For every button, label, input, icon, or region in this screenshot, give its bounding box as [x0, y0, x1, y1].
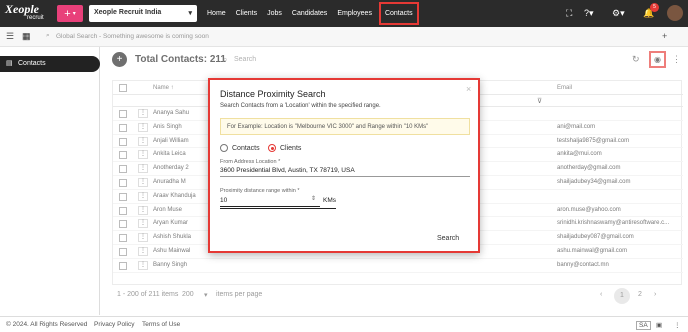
- contacts-icon: ▤: [6, 60, 13, 67]
- fullscreen-icon[interactable]: ⛶: [566, 8, 572, 19]
- logo-subtext: recruit: [27, 15, 44, 21]
- terms-link[interactable]: Terms of Use: [142, 321, 180, 328]
- from-address-input[interactable]: 3600 Presidential Blvd, Austin, TX 78719…: [220, 167, 355, 174]
- footer: © 2024. All Rights Reserved Privacy Poli…: [0, 316, 688, 332]
- nav-home[interactable]: Home: [202, 0, 231, 27]
- secondary-toolbar: ☰ ▦ ⌕ Global Search - Something awesome i…: [0, 27, 688, 47]
- sidebar-item-label: Contacts: [18, 60, 46, 67]
- organization-select-value: Xeople Recruit India: [94, 9, 162, 16]
- search-icon: ⌕: [46, 32, 50, 39]
- nav-employees[interactable]: Employees: [332, 0, 377, 27]
- nav-jobs[interactable]: Jobs: [262, 0, 287, 27]
- help-icon[interactable]: ?▾: [584, 8, 594, 19]
- divider: [220, 206, 320, 207]
- chat-icon[interactable]: ▣: [656, 321, 662, 329]
- list-view-icon[interactable]: ☰: [6, 31, 14, 42]
- sidebar-item-contacts[interactable]: ▤ Contacts: [0, 56, 100, 72]
- privacy-link[interactable]: Privacy Policy: [94, 321, 134, 328]
- nav-candidates[interactable]: Candidates: [287, 0, 332, 27]
- avatar[interactable]: [667, 5, 683, 21]
- radio-contacts[interactable]: Contacts: [220, 144, 260, 152]
- example-hint: For Example: Location is "Melbourne VIC …: [220, 118, 470, 135]
- range-label: Proximity distance range within *: [220, 188, 300, 194]
- app-logo[interactable]: Xeople recruit: [5, 3, 44, 22]
- dialog-title: Distance Proximity Search: [220, 89, 326, 99]
- radio-clients[interactable]: Clients: [268, 144, 301, 152]
- close-icon[interactable]: ×: [466, 84, 471, 94]
- copyright: © 2024. All Rights Reserved: [6, 321, 88, 328]
- chevron-down-icon: ▾: [72, 11, 76, 17]
- dialog-description: Search Contacts from a 'Location' within…: [220, 103, 381, 109]
- chevron-down-icon: ▾: [188, 10, 192, 17]
- quick-add-button[interactable]: + ▾: [57, 5, 83, 22]
- from-address-label: From Address Location *: [220, 159, 281, 165]
- range-input[interactable]: 10: [220, 197, 227, 204]
- toolbar-add-button[interactable]: +: [662, 31, 667, 41]
- main-nav: Home Clients Jobs Candidates Employees C…: [202, 0, 421, 27]
- grid-view-icon[interactable]: ▦: [22, 31, 31, 42]
- radio-label: Contacts: [232, 144, 260, 152]
- nav-clients[interactable]: Clients: [231, 0, 262, 27]
- divider: [220, 208, 336, 209]
- notification-badge: 5: [650, 3, 659, 12]
- proximity-search-dialog: Distance Proximity Search × Search Conta…: [208, 78, 480, 253]
- stepper-icon[interactable]: ⇕: [311, 195, 316, 202]
- radio-label: Clients: [280, 144, 302, 152]
- global-search-placeholder: Global Search - Something awesome is com…: [56, 33, 209, 40]
- search-button[interactable]: Search: [437, 235, 459, 242]
- range-unit: KMs: [323, 197, 336, 204]
- radio-circle[interactable]: [220, 144, 228, 152]
- sidebar: ▤ Contacts: [0, 47, 100, 315]
- more-options-icon[interactable]: ⋮: [674, 321, 681, 329]
- organization-select[interactable]: Xeople Recruit India ▾: [89, 5, 197, 22]
- language-button[interactable]: SA: [636, 321, 651, 330]
- top-navbar: Xeople recruit + ▾ Xeople Recruit India ▾ H…: [0, 0, 688, 27]
- divider: [220, 176, 470, 177]
- radio-circle-selected[interactable]: [268, 144, 276, 152]
- nav-contacts[interactable]: Contacts: [377, 0, 421, 27]
- global-search-input[interactable]: ⌕ Global Search - Something awesome is co…: [44, 30, 684, 44]
- plus-icon: +: [64, 7, 71, 20]
- logo-text: Xeople: [5, 2, 39, 16]
- settings-icon[interactable]: ⚙▾: [612, 8, 625, 19]
